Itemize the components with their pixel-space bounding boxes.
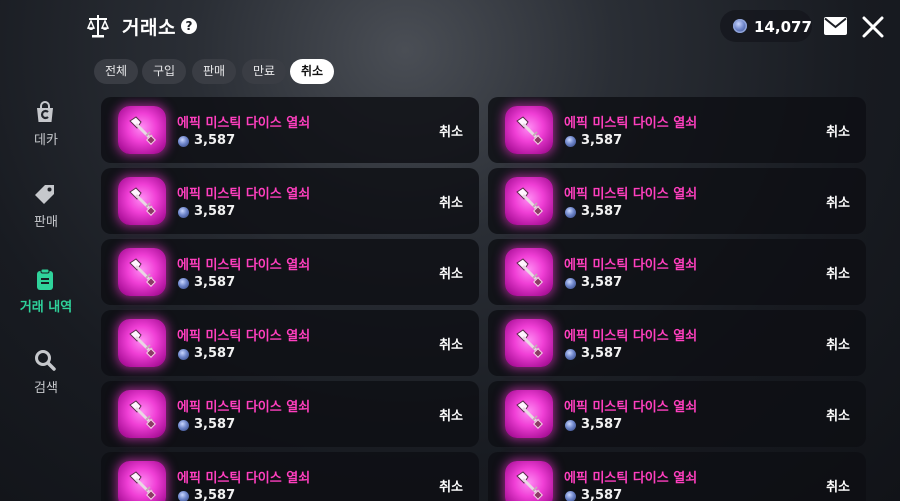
tab-all[interactable]: 전체 <box>94 59 138 84</box>
mystic-dice-key-icon <box>505 248 553 296</box>
item-name: 에픽 미스틱 다이스 열쇠 <box>564 116 698 131</box>
sidebar-item-search[interactable]: 검색 <box>0 348 92 404</box>
page-title: 거래소 <box>122 17 176 39</box>
item-name: 에픽 미스틱 다이스 열쇠 <box>177 471 311 486</box>
item-price: 3,587 <box>581 133 623 148</box>
mystic-dice-key-icon <box>505 106 553 154</box>
item-price: 3,587 <box>194 133 236 148</box>
coin-icon <box>733 19 747 33</box>
tab-buy[interactable]: 구입 <box>142 59 186 84</box>
mail-icon[interactable] <box>824 17 847 35</box>
cancel-button[interactable]: 취소 <box>439 476 463 495</box>
listing-card: 에픽 미스틱 다이스 열쇠 3,587 취소 <box>101 452 479 501</box>
tab-cancel[interactable]: 취소 <box>290 59 334 84</box>
cancel-button[interactable]: 취소 <box>826 263 850 282</box>
tab-sell[interactable]: 판매 <box>192 59 236 84</box>
coin-icon <box>178 136 189 147</box>
coin-icon <box>565 491 576 501</box>
mystic-dice-key-icon <box>505 461 553 501</box>
item-price: 3,587 <box>194 275 236 290</box>
help-icon[interactable]: ? <box>181 18 197 34</box>
coin-icon <box>178 278 189 289</box>
listing-card: 에픽 미스틱 다이스 열쇠 3,587 취소 <box>488 97 866 163</box>
mystic-dice-key-icon <box>118 248 166 296</box>
cancel-button[interactable]: 취소 <box>826 334 850 353</box>
tab-expired[interactable]: 만료 <box>242 59 286 84</box>
item-name: 에픽 미스틱 다이스 열쇠 <box>177 116 311 131</box>
sidebar-item-sell[interactable]: 판매 <box>0 183 92 239</box>
item-price: 3,587 <box>581 417 623 432</box>
item-name: 에픽 미스틱 다이스 열쇠 <box>177 329 311 344</box>
price-tag-icon <box>35 185 54 204</box>
mystic-dice-key-icon <box>505 390 553 438</box>
currency-value: 14,077 <box>754 18 812 36</box>
mystic-dice-key-icon <box>118 177 166 225</box>
item-name: 에픽 미스틱 다이스 열쇠 <box>564 471 698 486</box>
cancel-button[interactable]: 취소 <box>439 192 463 211</box>
item-price: 3,587 <box>194 346 236 361</box>
header: 거래소 ? 14,077 <box>0 0 900 56</box>
listing-card: 에픽 미스틱 다이스 열쇠 3,587 취소 <box>101 310 479 376</box>
item-name: 에픽 미스틱 다이스 열쇠 <box>177 187 311 202</box>
item-name: 에픽 미스틱 다이스 열쇠 <box>564 329 698 344</box>
item-price: 3,587 <box>581 275 623 290</box>
cancel-button[interactable]: 취소 <box>826 405 850 424</box>
item-price: 3,587 <box>581 488 623 501</box>
cancel-button[interactable]: 취소 <box>826 121 850 140</box>
coin-icon <box>565 420 576 431</box>
sidebar-label-search: 검색 <box>34 381 58 396</box>
item-name: 에픽 미스틱 다이스 열쇠 <box>177 400 311 415</box>
mystic-dice-key-icon <box>118 461 166 501</box>
coin-icon <box>178 349 189 360</box>
mystic-dice-key-icon <box>118 106 166 154</box>
listing-card: 에픽 미스틱 다이스 열쇠 3,587 취소 <box>488 452 866 501</box>
close-icon[interactable] <box>862 16 884 38</box>
scales-logo-icon <box>86 15 110 38</box>
listing-card: 에픽 미스틱 다이스 열쇠 3,587 취소 <box>101 168 479 234</box>
coin-icon <box>178 207 189 218</box>
cancel-button[interactable]: 취소 <box>439 334 463 353</box>
listing-card: 에픽 미스틱 다이스 열쇠 3,587 취소 <box>488 168 866 234</box>
cancel-button[interactable]: 취소 <box>439 405 463 424</box>
currency-display: 14,077 <box>720 10 812 42</box>
sidebar-item-deka[interactable]: 데카 <box>0 101 92 157</box>
sidebar-label-sell: 판매 <box>34 215 58 230</box>
coin-icon <box>178 491 189 501</box>
listing-card: 에픽 미스틱 다이스 열쇠 3,587 취소 <box>488 310 866 376</box>
item-price: 3,587 <box>194 488 236 501</box>
coin-icon <box>178 420 189 431</box>
coin-icon <box>565 278 576 289</box>
mystic-dice-key-icon <box>118 390 166 438</box>
item-name: 에픽 미스틱 다이스 열쇠 <box>564 187 698 202</box>
listing-card: 에픽 미스틱 다이스 열쇠 3,587 취소 <box>101 239 479 305</box>
sidebar-label-history: 거래 내역 <box>19 300 73 315</box>
mystic-dice-key-icon <box>118 319 166 367</box>
item-name: 에픽 미스틱 다이스 열쇠 <box>177 258 311 273</box>
transaction-list: 에픽 미스틱 다이스 열쇠 3,587 취소 에픽 미스틱 다이스 열쇠 3,587 취소… <box>100 97 870 501</box>
item-name: 에픽 미스틱 다이스 열쇠 <box>564 258 698 273</box>
item-price: 3,587 <box>581 204 623 219</box>
cancel-button[interactable]: 취소 <box>439 263 463 282</box>
coin-icon <box>565 349 576 360</box>
search-icon <box>35 350 56 371</box>
coin-icon <box>565 136 576 147</box>
coin-icon <box>565 207 576 218</box>
item-price: 3,587 <box>581 346 623 361</box>
cancel-button[interactable]: 취소 <box>826 192 850 211</box>
cancel-button[interactable]: 취소 <box>826 476 850 495</box>
mystic-dice-key-icon <box>505 177 553 225</box>
listing-card: 에픽 미스틱 다이스 열쇠 3,587 취소 <box>488 381 866 447</box>
shopping-bag-icon <box>37 101 53 122</box>
listing-card: 에픽 미스틱 다이스 열쇠 3,587 취소 <box>101 97 479 163</box>
cancel-button[interactable]: 취소 <box>439 121 463 140</box>
sidebar-label-deka: 데카 <box>34 133 58 148</box>
item-name: 에픽 미스틱 다이스 열쇠 <box>564 400 698 415</box>
mystic-dice-key-icon <box>505 319 553 367</box>
item-price: 3,587 <box>194 417 236 432</box>
listing-card: 에픽 미스틱 다이스 열쇠 3,587 취소 <box>488 239 866 305</box>
item-price: 3,587 <box>194 204 236 219</box>
clipboard-icon <box>37 268 53 290</box>
listing-card: 에픽 미스틱 다이스 열쇠 3,587 취소 <box>101 381 479 447</box>
sidebar-item-history[interactable]: 거래 내역 <box>0 267 92 323</box>
